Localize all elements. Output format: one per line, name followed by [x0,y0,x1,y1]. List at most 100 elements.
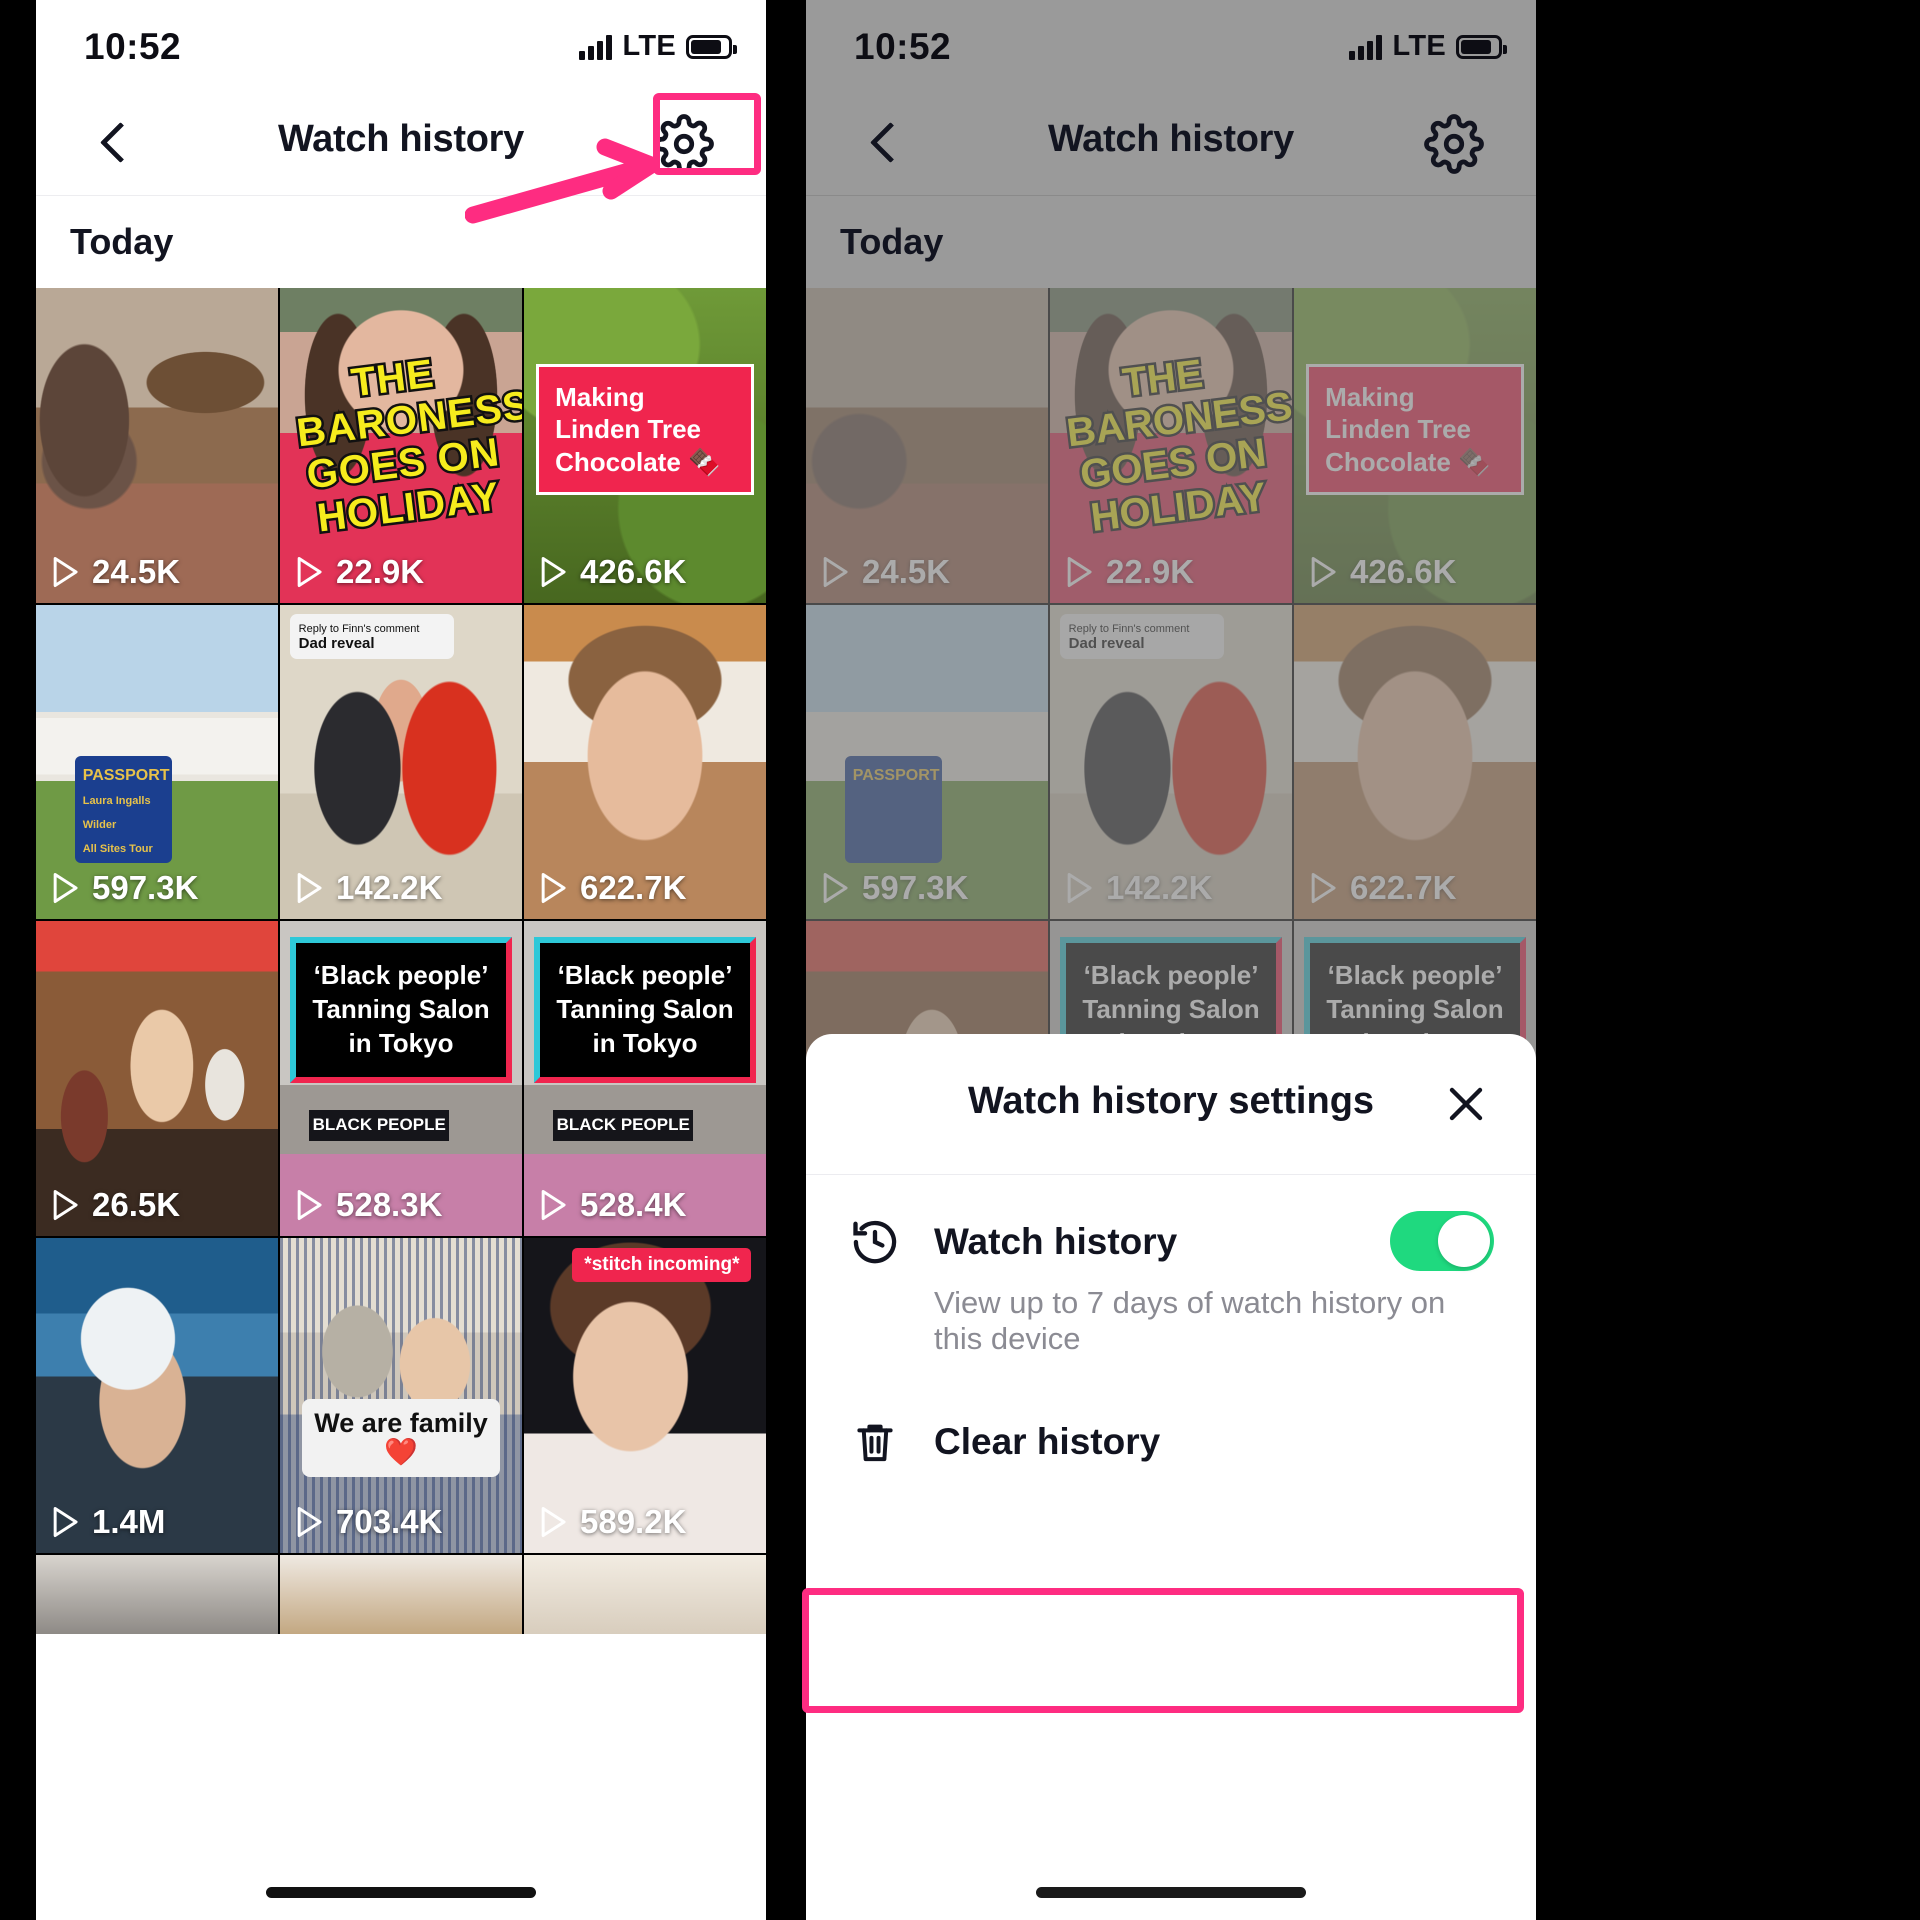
reply-badge: Reply to Finn's comment Dad reveal [1059,614,1225,660]
status-bar: 10:52 LTE [36,0,766,92]
settings-gear-button[interactable] [1424,114,1484,174]
play-icon [294,1189,324,1221]
video-thumbnail[interactable]: PASSPORT 597.3K [806,604,1048,920]
screenshot-root: 10:52 LTE Watch history Today 24.5K THE … [0,0,1920,1920]
watch-history-description: View up to 7 days of watch history on th… [934,1285,1446,1356]
video-thumbnail[interactable]: 24.5K [806,288,1048,603]
play-icon [50,1506,80,1538]
video-thumbnail[interactable]: THE BARONESS GOES ON HOLIDAY 22.9K [280,288,522,603]
settings-gear-button[interactable] [654,114,714,174]
view-count: 622.7K [580,869,687,907]
reply-label: Reply to Finn's comment [298,623,420,636]
video-thumbnail[interactable] [524,1554,766,1635]
gear-icon [654,114,714,174]
view-count-row: 622.7K [538,869,686,907]
view-count: 426.6K [1350,552,1457,590]
video-thumbnail[interactable]: 26.5K [36,921,278,1237]
video-thumbnail[interactable]: 622.7K [524,604,766,920]
reply-badge: Reply to Finn's comment Dad reveal [289,614,455,660]
video-thumbnail[interactable]: ‘Black people’ Tanning Salon in Tokyo BL… [524,921,766,1237]
video-thumbnail[interactable]: *stitch incoming* 589.2K [524,1238,766,1553]
passport-title: PASSPORT [852,766,940,784]
thumbnail-image [36,1554,278,1635]
close-button[interactable] [1442,1080,1490,1128]
sheet-title: Watch history settings [967,1080,1375,1122]
view-count-row: 26.5K [50,1186,180,1224]
video-thumbnail[interactable]: THE BARONESS GOES ON HOLIDAY 22.9K [1050,288,1292,603]
passport-graphic: PASSPORT [844,755,942,863]
status-indicators: LTE [579,30,737,63]
view-count: 597.3K [862,869,969,907]
passport-line2: Laura Ingalls Wilder [82,794,151,831]
video-thumbnail[interactable]: 24.5K [36,288,278,603]
thumbnail-image [280,1554,522,1635]
watch-history-toggle-row[interactable]: Watch history View up to 7 days of watch… [806,1175,1536,1367]
watch-history-toggle[interactable] [1390,1211,1494,1271]
passport-line3: All Sites Tour [82,842,153,855]
thumbnail-image [524,1554,766,1635]
section-header-today: Today [36,196,766,288]
view-count-row: 597.3K [820,869,968,907]
video-caption: ‘Black people’ Tanning Salon in Tokyo [289,937,513,1083]
watch-history-settings-sheet: Watch history settings Watch history Vie… [806,1034,1536,1920]
view-count: 22.9K [336,552,425,590]
clear-history-label: Clear history [934,1421,1161,1462]
view-count: 426.6K [580,552,687,590]
view-count: 1.4M [92,1502,166,1540]
video-thumbnail[interactable]: Making Linden Tree Chocolate 🍫 426.6K [1294,288,1536,603]
play-icon [50,872,80,904]
dad-reveal-label: Dad reveal [1068,635,1145,652]
video-caption: Making Linden Tree Chocolate 🍫 [536,363,754,496]
view-count-row: 142.2K [294,869,442,907]
passport-graphic: PASSPORT Laura Ingalls Wilder All Sites … [74,755,172,863]
video-grid: 24.5K THE BARONESS GOES ON HOLIDAY 22.9K… [36,288,766,1635]
passport-title: PASSPORT [82,766,170,784]
battery-icon [1456,34,1507,59]
video-caption: THE BARONESS GOES ON HOLIDAY [292,349,522,542]
gear-icon [1424,114,1484,174]
history-clock-icon [848,1215,902,1269]
view-count: 24.5K [862,552,951,590]
video-thumbnail[interactable]: Making Linden Tree Chocolate 🍫 426.6K [524,288,766,603]
video-thumbnail[interactable]: 622.7K [1294,604,1536,920]
play-icon [1064,556,1094,588]
network-label: LTE [1392,30,1446,62]
video-thumbnail[interactable]: We are family ❤️ 703.4K [280,1238,522,1553]
video-caption: THE BARONESS GOES ON HOLIDAY [1062,349,1292,542]
status-time: 10:52 [84,26,182,67]
view-count: 142.2K [1106,869,1213,907]
phone-screen-watch-history-settings: 10:52 LTE Watch history Today 24.5K THE … [806,0,1536,1920]
dad-reveal-label: Dad reveal [298,635,375,652]
view-count: 26.5K [92,1186,181,1224]
status-indicators: LTE [1349,30,1507,63]
nav-bar: Watch history [806,92,1536,196]
video-thumbnail[interactable]: ‘Black people’ Tanning Salon in Tokyo BL… [280,921,522,1237]
view-count-row: 703.4K [294,1503,442,1541]
video-caption: Making Linden Tree Chocolate 🍫 [1306,363,1524,496]
video-thumbnail[interactable]: Reply to Finn's comment Dad reveal 142.2K [1050,604,1292,920]
status-time: 10:52 [854,26,952,67]
view-count-row: 622.7K [1308,869,1456,907]
view-count: 528.3K [336,1186,443,1224]
view-count-row: 24.5K [50,553,180,591]
cellular-signal-icon [1349,34,1383,60]
view-count-row: 528.3K [294,1186,442,1224]
sheet-header: Watch history settings [806,1034,1536,1174]
view-count: 22.9K [1106,552,1195,590]
play-icon [1308,556,1338,588]
cellular-signal-icon [579,34,613,60]
nav-bar: Watch history [36,92,766,196]
view-count-row: 426.6K [538,553,686,591]
video-thumbnail[interactable]: PASSPORT Laura Ingalls Wilder All Sites … [36,604,278,920]
toggle-knob [1438,1215,1490,1267]
video-thumbnail[interactable] [280,1554,522,1635]
network-label: LTE [622,30,676,62]
clear-history-row[interactable]: Clear history [806,1367,1536,1517]
play-icon [538,872,568,904]
video-thumbnail[interactable] [36,1554,278,1635]
video-thumbnail[interactable]: 1.4M [36,1238,278,1553]
view-count-row: 1.4M [50,1503,165,1541]
battery-icon [686,34,737,59]
video-thumbnail[interactable]: Reply to Finn's comment Dad reveal 142.2… [280,604,522,920]
view-count: 142.2K [336,869,443,907]
